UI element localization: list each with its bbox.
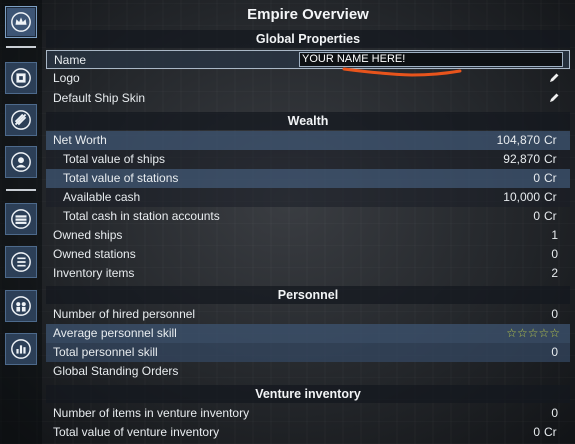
stations-value-label: Total value of stations (63, 171, 179, 185)
hired-personnel-label: Number of hired personnel (53, 307, 196, 321)
stations-value: 0 (533, 171, 540, 185)
page-title: Empire Overview (247, 6, 369, 23)
total-skill-label: Total personnel skill (53, 345, 158, 359)
section-global-properties: Global Properties (46, 30, 570, 48)
owned-stations-row: Owned stations 0 (46, 245, 570, 264)
hired-personnel-value: 0 (551, 307, 558, 321)
station-accounts-row: Total cash in station accounts 0 Cr (46, 207, 570, 226)
name-row[interactable]: Name YOUR NAME HERE! (46, 50, 570, 69)
venture-value-label: Total value of venture inventory (53, 425, 220, 439)
ships-button[interactable] (5, 203, 37, 235)
stations-value-row: Total value of stations 0 Cr (46, 169, 570, 188)
name-input[interactable]: YOUR NAME HERE! (299, 52, 563, 67)
currency-label: Cr (544, 190, 557, 204)
owned-stations-value: 0 (551, 247, 558, 261)
stats-button[interactable] (5, 333, 37, 365)
ships-value-row: Total value of ships 92,870 Cr (46, 150, 570, 169)
owned-ships-value: 1 (551, 228, 558, 242)
empire-overview-panel: Empire Overview Global Properties Name Y… (46, 0, 570, 444)
average-skill-row: Average personnel skill ☆☆☆☆☆ (46, 324, 570, 343)
standing-orders-label: Global Standing Orders (53, 364, 179, 378)
inventory-items-value: 2 (551, 266, 558, 280)
net-worth-value: 104,870 (496, 133, 540, 147)
net-worth-label: Net Worth (53, 133, 107, 147)
available-cash-label: Available cash (63, 190, 141, 204)
available-cash-row: Available cash 10,000 Cr (46, 188, 570, 207)
total-skill-row: Total personnel skill 0 (46, 343, 570, 362)
personnel-icon (11, 296, 31, 316)
station-accounts-label: Total cash in station accounts (63, 209, 220, 223)
crown-icon (11, 12, 31, 32)
propulsion-button[interactable] (5, 104, 37, 136)
hired-personnel-row: Number of hired personnel 0 (46, 305, 570, 324)
sidebar (0, 0, 42, 444)
inventory-items-label: Inventory items (53, 266, 135, 280)
default-ship-skin-row[interactable]: Default Ship Skin (46, 89, 570, 108)
crew-button[interactable] (5, 146, 37, 178)
owned-ships-label: Owned ships (53, 228, 123, 242)
owned-ships-row: Owned ships 1 (46, 226, 570, 245)
stats-chart-icon (11, 339, 31, 359)
currency-label: Cr (544, 425, 557, 439)
currency-label: Cr (544, 152, 557, 166)
venture-items-value: 0 (551, 406, 558, 420)
default-ship-skin-label: Default Ship Skin (53, 91, 146, 105)
venture-value-row: Total value of venture inventory 0 Cr (46, 423, 570, 442)
personnel-button[interactable] (5, 290, 37, 322)
ships-value: 92,870 (503, 152, 540, 166)
average-skill-label: Average personnel skill (53, 326, 177, 340)
annotation-underline (342, 67, 462, 77)
sidebar-divider (6, 189, 36, 191)
faction-icon (11, 68, 31, 88)
section-wealth: Wealth (46, 112, 570, 130)
crew-icon (11, 152, 31, 172)
empire-overview-button[interactable] (5, 6, 37, 38)
section-venture-inventory: Venture inventory (46, 385, 570, 403)
currency-label: Cr (544, 171, 557, 185)
edit-pencil-icon[interactable] (548, 92, 560, 104)
currency-label: Cr (544, 209, 557, 223)
ships-value-label: Total value of ships (63, 152, 166, 166)
station-accounts-value: 0 (533, 209, 540, 223)
list-button[interactable] (5, 246, 37, 278)
currency-label: Cr (544, 133, 557, 147)
ship-stack-icon (11, 209, 31, 229)
owned-stations-label: Owned stations (53, 247, 136, 261)
inventory-items-row: Inventory items 2 (46, 264, 570, 283)
venture-items-row: Number of items in venture inventory 0 (46, 404, 570, 423)
list-icon (11, 252, 31, 272)
faction-button[interactable] (5, 62, 37, 94)
sidebar-divider (6, 46, 36, 48)
total-skill-value: 0 (551, 345, 558, 359)
standing-orders-row[interactable]: Global Standing Orders (46, 362, 570, 381)
logo-label: Logo (53, 71, 80, 85)
edit-pencil-icon[interactable] (548, 72, 560, 84)
net-worth-row: Net Worth 104,870 Cr (46, 131, 570, 150)
name-label: Name (54, 53, 87, 67)
skill-stars: ☆☆☆☆☆ (506, 326, 560, 340)
venture-value: 0 (533, 425, 540, 439)
venture-items-label: Number of items in venture inventory (53, 406, 250, 420)
logo-row[interactable]: Logo (46, 69, 570, 88)
propulsion-icon (11, 110, 31, 130)
available-cash-value: 10,000 (503, 190, 540, 204)
section-personnel: Personnel (46, 286, 570, 304)
